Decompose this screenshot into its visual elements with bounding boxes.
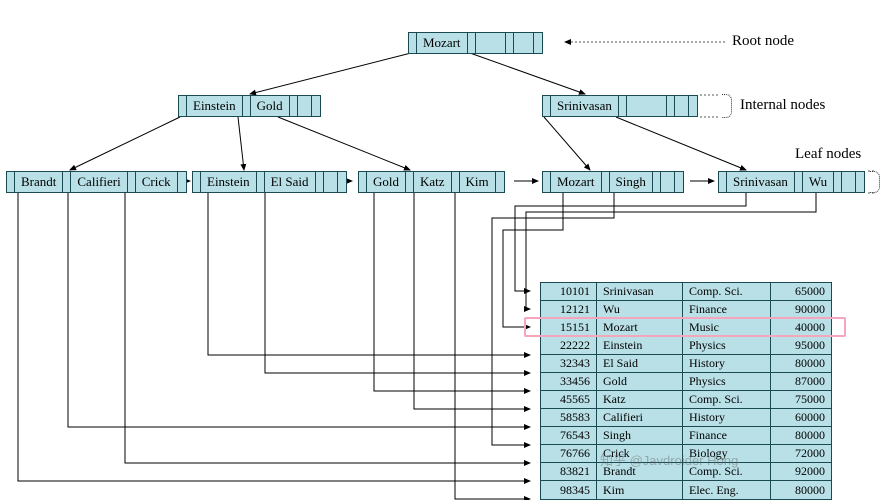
leaf-key: Srinivasan xyxy=(727,172,795,192)
leaf-key: Mozart xyxy=(551,172,602,192)
table-cell: 76766 xyxy=(541,445,597,462)
leaf-key: Crick xyxy=(136,172,178,192)
btree-internal-node-0: Einstein Gold xyxy=(178,95,321,117)
btree-leaf-node-1: Einstein El Said xyxy=(192,171,347,193)
btree-internal-node-1: Srinivasan xyxy=(542,95,698,117)
table-cell: El Said xyxy=(597,355,683,372)
table-cell: Srinivasan xyxy=(597,283,683,300)
internal-key: Einstein xyxy=(187,96,243,116)
table-cell: 22222 xyxy=(541,337,597,354)
table-cell: History xyxy=(683,355,771,372)
table-cell: 98345 xyxy=(541,481,597,499)
table-cell: 90000 xyxy=(771,301,831,318)
btree-root-node: Mozart xyxy=(408,32,543,54)
table-cell: Finance xyxy=(683,427,771,444)
table-cell: 92000 xyxy=(771,463,831,480)
internal-key: Srinivasan xyxy=(551,96,619,116)
table-cell: 76543 xyxy=(541,427,597,444)
leaf-key: Singh xyxy=(610,172,653,192)
table-cell: Finance xyxy=(683,301,771,318)
btree-leaf-node-0: Brandt Califieri Crick xyxy=(6,171,187,193)
table-cell: Physics xyxy=(683,373,771,390)
row-highlight xyxy=(524,317,846,337)
table-row: 76543SinghFinance80000 xyxy=(541,427,831,445)
table-row: 22222EinsteinPhysics95000 xyxy=(541,337,831,355)
table-cell: 65000 xyxy=(771,283,831,300)
brace-leaf xyxy=(870,171,880,193)
label-leaf-nodes: Leaf nodes xyxy=(795,146,861,163)
table-cell: Einstein xyxy=(597,337,683,354)
table-cell: 75000 xyxy=(771,391,831,408)
table-cell: Katz xyxy=(597,391,683,408)
table-cell: 58583 xyxy=(541,409,597,426)
leaf-key: Einstein xyxy=(201,172,257,192)
table-cell: Singh xyxy=(597,427,683,444)
table-row: 10101SrinivasanComp. Sci.65000 xyxy=(541,283,831,301)
label-root-node: Root node xyxy=(732,33,794,50)
table-cell: Physics xyxy=(683,337,771,354)
leaf-key: Brandt xyxy=(15,172,63,192)
label-internal-nodes: Internal nodes xyxy=(740,97,825,114)
table-cell: History xyxy=(683,409,771,426)
table-cell: Biology xyxy=(683,445,771,462)
table-cell: 10101 xyxy=(541,283,597,300)
table-cell: Crick xyxy=(597,445,683,462)
data-table: 10101SrinivasanComp. Sci.6500012121WuFin… xyxy=(540,282,832,500)
internal-key: Gold xyxy=(251,96,290,116)
table-cell: Comp. Sci. xyxy=(683,283,771,300)
diagram-canvas: Mozart Einstein Gold Srinivasan Brandt C… xyxy=(0,0,882,500)
table-cell: Kim xyxy=(597,481,683,499)
btree-leaf-node-3: Mozart Singh xyxy=(542,171,684,193)
table-cell: Comp. Sci. xyxy=(683,391,771,408)
table-cell: Elec. Eng. xyxy=(683,481,771,499)
table-cell: 80000 xyxy=(771,355,831,372)
table-cell: Brandt xyxy=(597,463,683,480)
table-row: 98345KimElec. Eng.80000 xyxy=(541,481,831,499)
leaf-key: Califieri xyxy=(71,172,127,192)
leaf-key: El Said xyxy=(265,172,316,192)
table-cell: 60000 xyxy=(771,409,831,426)
table-cell: Wu xyxy=(597,301,683,318)
table-cell: Califieri xyxy=(597,409,683,426)
table-row: 33456GoldPhysics87000 xyxy=(541,373,831,391)
table-cell: 45565 xyxy=(541,391,597,408)
table-cell: 80000 xyxy=(771,481,831,499)
leaf-key: Gold xyxy=(367,172,406,192)
table-cell: 80000 xyxy=(771,427,831,444)
leaf-key: Katz xyxy=(414,172,452,192)
table-cell: 72000 xyxy=(771,445,831,462)
table-cell: 95000 xyxy=(771,337,831,354)
table-row: 45565KatzComp. Sci.75000 xyxy=(541,391,831,409)
table-row: 58583CalifieriHistory60000 xyxy=(541,409,831,427)
table-cell: 83821 xyxy=(541,463,597,480)
btree-leaf-node-2: Gold Katz Kim xyxy=(358,171,505,193)
table-cell: 32343 xyxy=(541,355,597,372)
table-row: 32343El SaidHistory80000 xyxy=(541,355,831,373)
table-cell: 87000 xyxy=(771,373,831,390)
table-cell: 12121 xyxy=(541,301,597,318)
brace-internal xyxy=(722,94,732,118)
table-row: 83821BrandtComp. Sci.92000 xyxy=(541,463,831,481)
leaf-key: Kim xyxy=(460,172,496,192)
btree-leaf-node-4: Srinivasan Wu xyxy=(718,171,865,193)
root-key-0: Mozart xyxy=(417,33,468,53)
table-cell: Comp. Sci. xyxy=(683,463,771,480)
table-cell: 33456 xyxy=(541,373,597,390)
leaf-key: Wu xyxy=(803,172,834,192)
table-cell: Gold xyxy=(597,373,683,390)
table-row: 76766CrickBiology72000 xyxy=(541,445,831,463)
